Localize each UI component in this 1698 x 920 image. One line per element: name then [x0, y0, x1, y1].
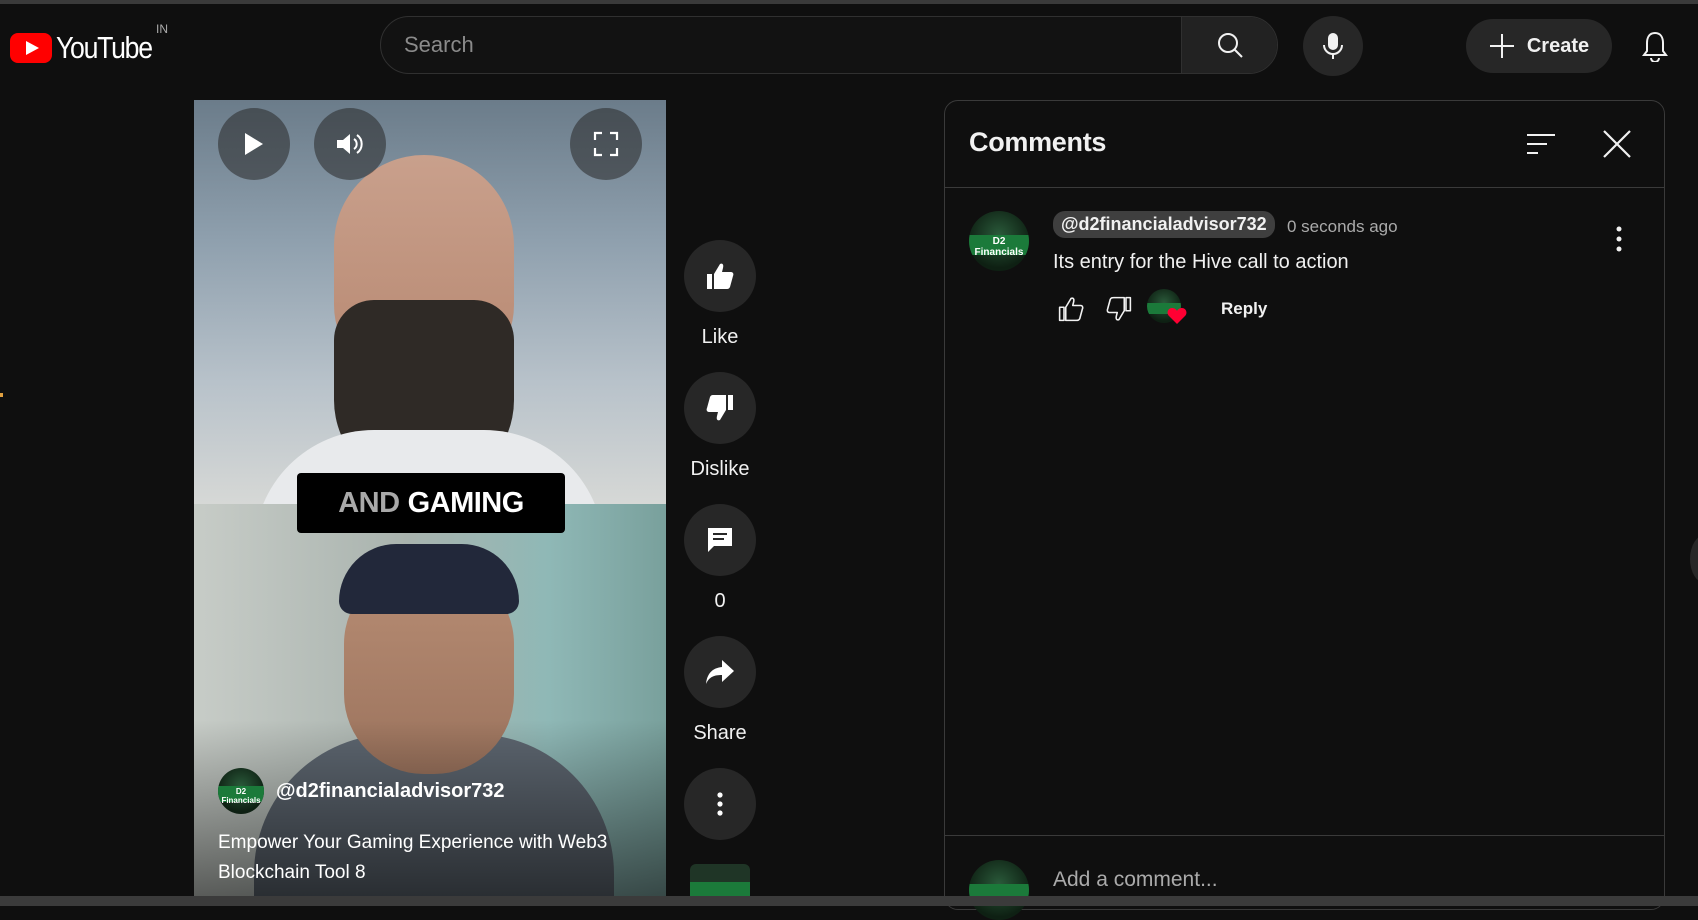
dislike-action: Dislike [684, 372, 756, 481]
volume-button[interactable] [314, 108, 386, 180]
search-bar [380, 16, 1278, 74]
comment-icon [708, 528, 732, 552]
search-button[interactable] [1181, 17, 1277, 73]
search-input[interactable] [381, 17, 1181, 73]
share-label: Share [693, 722, 747, 744]
thumb-up-icon [707, 263, 734, 289]
comment-like-button[interactable] [1051, 289, 1091, 329]
create-label: Create [1526, 34, 1590, 57]
comments-panel: Comments D2 Financials @d2financialadviso… [944, 100, 1665, 920]
region-code: IN [156, 22, 168, 36]
comment-timestamp[interactable]: 0 seconds ago [1287, 217, 1398, 237]
channel-avatar[interactable]: D2 Financials [218, 768, 264, 814]
play-button[interactable] [218, 108, 290, 180]
avatar-line2: Financials [221, 796, 261, 806]
like-button[interactable] [684, 240, 756, 312]
like-action: Like [684, 240, 756, 349]
heart-icon [1167, 308, 1187, 324]
thumb-down-icon [1106, 296, 1132, 321]
comments-button[interactable] [684, 504, 756, 576]
comments-title: Comments [969, 127, 1107, 157]
fullscreen-icon [593, 131, 619, 157]
avatar-line2: Financials [974, 247, 1024, 259]
thumb-up-icon [1058, 297, 1084, 322]
mic-icon [1323, 33, 1343, 59]
channel-handle[interactable]: @d2financialadvisor732 [276, 780, 505, 803]
video-title: Empower Your Gaming Experience with Web3… [218, 832, 608, 883]
edge-marker [0, 393, 3, 397]
youtube-play-logo-icon [10, 33, 52, 63]
more-action [684, 768, 756, 840]
fullscreen-button[interactable] [570, 108, 642, 180]
share-button[interactable] [684, 636, 756, 708]
window-top-border [0, 0, 1698, 4]
video-channel[interactable]: D2 Financials @d2financialadvisor732 [218, 768, 505, 814]
comment-text: Its entry for the Hive call to action [1053, 251, 1349, 273]
video-caption-overlay: AND GAMING [297, 473, 565, 533]
avatar-line1: D2 [992, 236, 1006, 248]
next-video-button[interactable] [1690, 535, 1698, 583]
reply-button[interactable]: Reply [1221, 299, 1267, 319]
comment-author-handle[interactable]: @d2financialadvisor732 [1053, 211, 1275, 238]
youtube-logo[interactable]: YouTube [10, 30, 167, 66]
close-icon[interactable] [1600, 127, 1634, 161]
comment-item: D2 Financials @d2financialadvisor732 0 se… [969, 211, 1649, 324]
creator-heart [1147, 289, 1187, 329]
share-action: Share [684, 636, 756, 745]
caption-word-2: GAMING [407, 486, 525, 519]
volume-icon [337, 134, 363, 154]
share-icon [706, 660, 734, 684]
logo-text: YouTube [56, 30, 153, 65]
more-button[interactable] [684, 768, 756, 840]
comments-header: Comments [945, 101, 1664, 188]
avatar-line1: D2 [235, 787, 247, 797]
comment-author-avatar[interactable]: D2 Financials [969, 211, 1029, 271]
more-vert-icon [717, 792, 723, 816]
comments-count: 0 [714, 590, 726, 612]
caption-word-1: AND [338, 486, 400, 519]
search-icon [1217, 33, 1243, 58]
channel-thumbnail-button[interactable] [690, 864, 750, 896]
comment-more-icon[interactable] [1609, 223, 1629, 255]
like-label: Like [701, 326, 739, 348]
current-user-avatar [969, 860, 1029, 920]
sort-icon[interactable] [1525, 129, 1557, 159]
thumb-down-icon [706, 395, 733, 421]
create-button[interactable]: Create [1466, 19, 1612, 73]
voice-search-button[interactable] [1303, 16, 1363, 76]
comment-dislike-button[interactable] [1099, 289, 1139, 329]
comments-action: 0 [684, 504, 756, 613]
dislike-button[interactable] [684, 372, 756, 444]
window-bottom-border [0, 896, 1698, 906]
notifications-button[interactable] [1635, 26, 1675, 66]
plus-icon [1489, 34, 1514, 58]
dislike-label: Dislike [690, 458, 750, 480]
comment-actions: Reply [1051, 289, 1267, 329]
play-icon [245, 133, 263, 155]
bell-icon [1642, 31, 1668, 62]
shorts-video-player[interactable]: AND GAMING D2 Financials @d2financialadvi… [194, 100, 666, 896]
